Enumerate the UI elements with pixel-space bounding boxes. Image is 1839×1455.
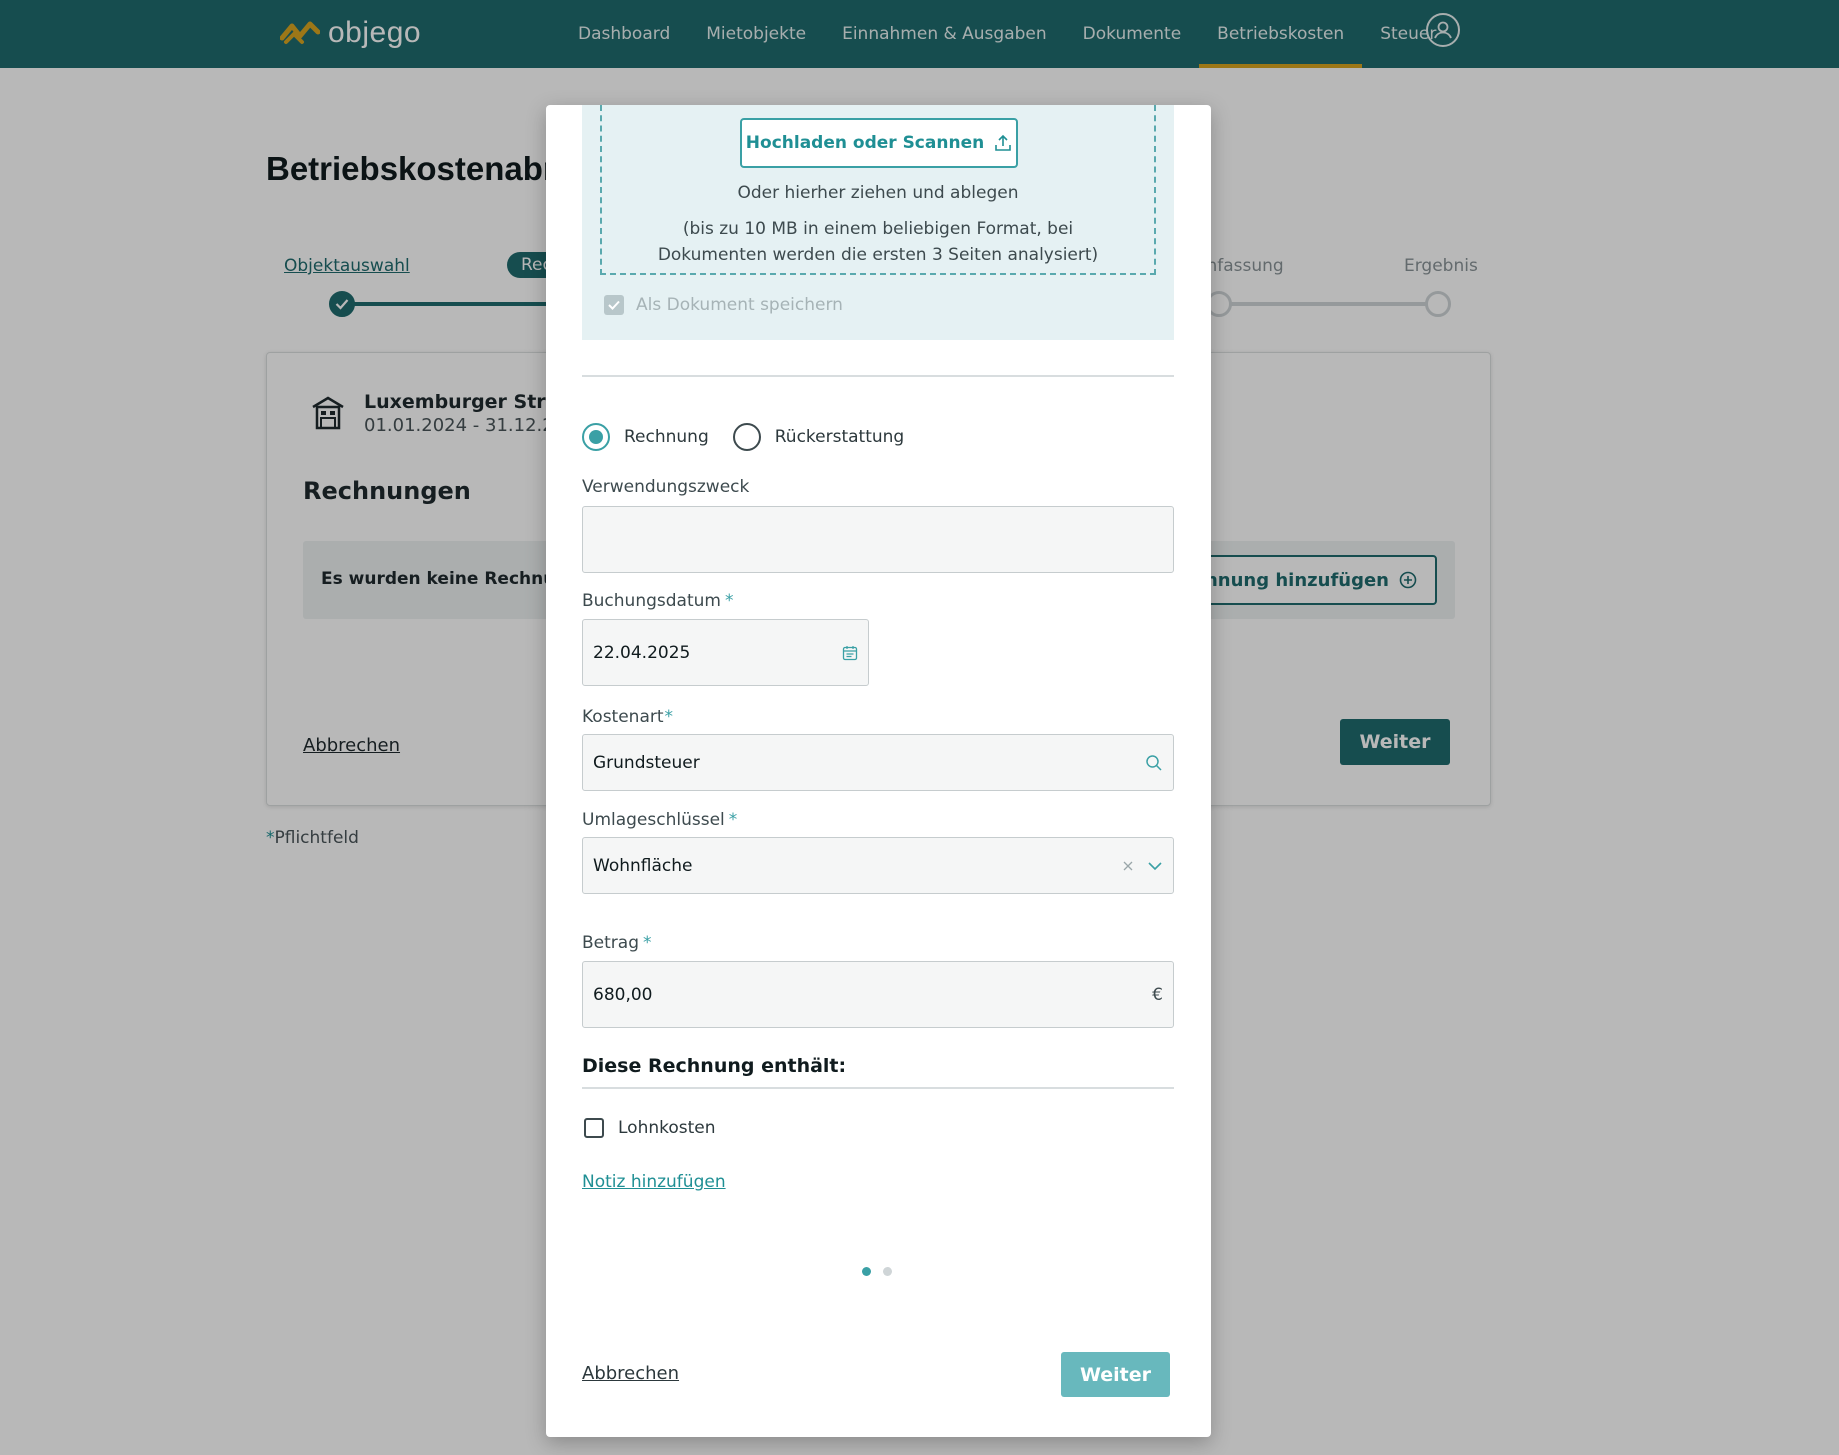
allocation-key-label-text: Umlageschlüssel xyxy=(582,810,725,830)
booking-date-label: Buchungsdatum * xyxy=(582,591,733,611)
file-dropzone[interactable]: Hochladen oder Scannen Oder hierher zieh… xyxy=(600,105,1156,275)
radio-circle-selected xyxy=(582,423,610,451)
save-as-document-checkbox: Als Dokument speichern xyxy=(604,295,843,315)
booking-date-label-text: Buchungsdatum xyxy=(582,591,721,611)
radio-rueckerstattung[interactable]: Rückerstattung xyxy=(732,423,905,451)
radio-circle-unselected xyxy=(732,423,761,451)
pager-dot-active xyxy=(862,1267,871,1276)
amount-label: Betrag * xyxy=(582,933,652,953)
booking-date-value: 22.04.2025 xyxy=(593,642,691,663)
upload-scan-button[interactable]: Hochladen oder Scannen xyxy=(740,118,1018,168)
radio-rueckerstattung-label: Rückerstattung xyxy=(774,427,905,447)
add-invoice-modal: Hochladen oder Scannen Oder hierher zieh… xyxy=(546,105,1211,1437)
upload-area: Hochladen oder Scannen Oder hierher zieh… xyxy=(582,105,1174,340)
currency-symbol: € xyxy=(1152,984,1163,1005)
required-star: * xyxy=(728,810,738,830)
modal-cancel-link[interactable]: Abbrechen xyxy=(582,1363,679,1384)
invoice-contains-title: Diese Rechnung enthält: xyxy=(582,1055,847,1077)
cost-type-label-text: Kostenart xyxy=(582,707,664,727)
upload-scan-label: Hochladen oder Scannen xyxy=(745,133,985,153)
chevron-down-icon[interactable] xyxy=(1147,861,1163,871)
invoice-type-radio-group: Rechnung Rückerstattung xyxy=(582,423,928,451)
contains-divider xyxy=(582,1087,1174,1089)
amount-input[interactable]: 680,00 € xyxy=(582,961,1174,1028)
pager-dot xyxy=(883,1267,892,1276)
purpose-label-text: Verwendungszweck xyxy=(582,477,750,497)
upload-divider xyxy=(582,375,1174,377)
required-star: * xyxy=(643,933,652,953)
search-icon xyxy=(1146,754,1162,771)
purpose-input[interactable] xyxy=(582,506,1174,573)
labor-costs-checkbox[interactable]: Lohnkosten xyxy=(584,1118,716,1138)
radio-rechnung-label: Rechnung xyxy=(624,427,709,447)
add-note-link[interactable]: Notiz hinzufügen xyxy=(582,1172,726,1192)
save-as-document-label: Als Dokument speichern xyxy=(636,295,843,315)
purpose-label: Verwendungszweck xyxy=(582,477,749,497)
required-star: * xyxy=(664,707,674,727)
required-star: * xyxy=(724,591,734,611)
allocation-key-select[interactable]: Wohnfläche xyxy=(582,837,1174,894)
allocation-key-label: Umlageschlüssel * xyxy=(582,810,737,830)
modal-next-button[interactable]: Weiter xyxy=(1061,1352,1170,1397)
cost-type-search-input[interactable]: Grundsteuer xyxy=(582,734,1174,791)
clear-icon[interactable] xyxy=(1123,861,1133,871)
dropzone-hint: Oder hierher ziehen und ablegen xyxy=(737,183,1019,203)
step-pager xyxy=(862,1267,892,1276)
upload-icon xyxy=(995,134,1012,151)
amount-value: 680,00 xyxy=(593,984,653,1005)
labor-costs-label: Lohnkosten xyxy=(618,1118,716,1138)
check-icon xyxy=(608,300,620,310)
booking-date-input[interactable]: 22.04.2025 xyxy=(582,619,869,686)
checkbox-unchecked xyxy=(584,1118,604,1138)
checkbox-disabled-checked xyxy=(604,295,624,315)
calendar-icon[interactable] xyxy=(842,645,858,661)
radio-rechnung[interactable]: Rechnung xyxy=(582,423,709,451)
amount-label-text: Betrag xyxy=(582,933,639,953)
allocation-key-value: Wohnfläche xyxy=(593,855,693,876)
dropzone-limit-line1: (bis zu 10 MB in einem beliebigen Format… xyxy=(682,219,1074,239)
dropzone-limit-line2: Dokumenten werden die ersten 3 Seiten an… xyxy=(657,245,1099,265)
cost-type-label: Kostenart* xyxy=(582,707,673,727)
cost-type-value: Grundsteuer xyxy=(593,752,700,773)
